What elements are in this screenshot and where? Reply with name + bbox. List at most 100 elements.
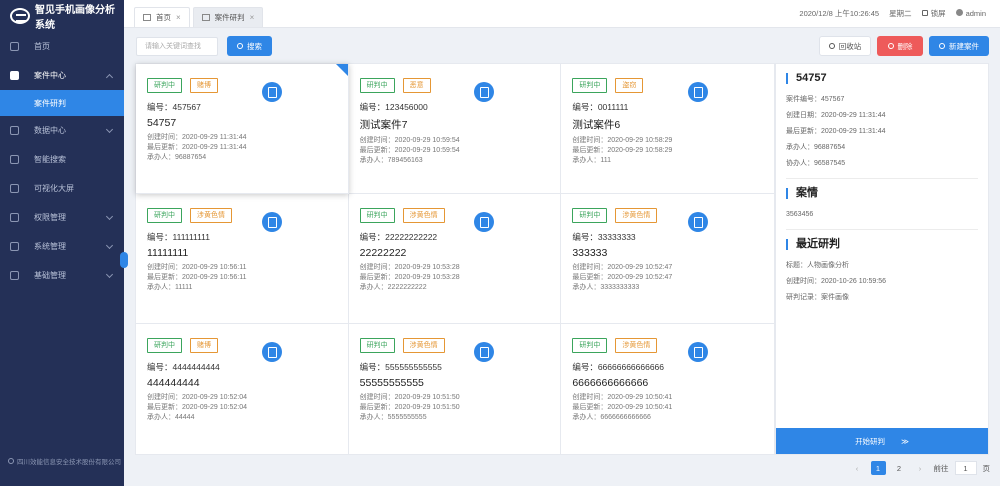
- username: admin: [965, 9, 986, 18]
- edit-icon[interactable]: [261, 212, 282, 232]
- updated-time: 最后更新：2020-09-29 10:51:50: [359, 404, 460, 411]
- card-tags: 研判中 赌博: [147, 78, 348, 95]
- status-badge: 研判中: [572, 338, 608, 353]
- handler: 承办人：3333333333: [572, 284, 640, 291]
- case-card[interactable]: 研判中 涉黄色情 编号：111111111 11111111 创建时间：2020-09-…: [136, 194, 349, 324]
- handler: 承办人：96887654: [147, 154, 207, 161]
- created-time: 创建时间：2020-09-29 10:59:54: [359, 137, 460, 144]
- case-number: 编号：123456000: [359, 102, 428, 112]
- case-type-badge: 赌博: [190, 78, 218, 93]
- case-card[interactable]: 研判中 涉黄色情 编号：555555555555 55555555555 创建时间：20…: [349, 324, 562, 454]
- case-card[interactable]: 研判中 恶意 编号：123456000 测试案件7 创建时间：2020-09-29 10…: [348, 64, 562, 194]
- created-time: 创建时间：2020-09-29 10:52:04: [147, 394, 247, 401]
- tab-case-analysis[interactable]: 案件研判 ×: [192, 7, 264, 27]
- case-meta: 创建时间：2020-09-29 10:50:41 最后更新：2020-09-29 …: [572, 393, 774, 423]
- status-badge: 研判中: [147, 208, 182, 223]
- pagination: ‹ 1 2 › 前往 1 页: [850, 461, 990, 475]
- tab-label: 案件研判: [214, 13, 245, 22]
- sidebar-item-basic[interactable]: 基础管理: [0, 261, 124, 290]
- prev-page-button[interactable]: ‹: [850, 461, 865, 475]
- close-icon[interactable]: ×: [176, 13, 181, 22]
- edit-icon[interactable]: [688, 342, 708, 362]
- handler: 承办人：5555555555: [359, 414, 427, 421]
- edit-icon[interactable]: [474, 342, 495, 362]
- sidebar-subitem-case-analysis[interactable]: 案件研判: [0, 90, 124, 116]
- goto-label: 前往: [933, 463, 949, 473]
- sidebar-item-case-center[interactable]: 案件中心: [0, 61, 124, 90]
- screen-icon: [10, 184, 19, 193]
- start-analysis-button[interactable]: 开始研判 ≫: [776, 428, 988, 454]
- page-1-button[interactable]: 1: [870, 461, 886, 475]
- sidebar-item-system[interactable]: 系统管理: [0, 232, 124, 261]
- detail-handler: 承办人：96887654: [786, 144, 846, 151]
- app-logo[interactable]: 智见手机画像分析系统: [0, 0, 124, 32]
- case-meta: 创建时间：2020-09-29 10:53:28 最后更新：2020-09-29 …: [360, 263, 561, 293]
- handler: 承办人：111: [572, 157, 611, 164]
- user-menu[interactable]: admin: [955, 9, 986, 18]
- case-card[interactable]: 研判中 涉黄色情 编号：22222222222 22222222 创建时间：2020-0…: [348, 194, 562, 324]
- sidebar-item-permissions[interactable]: 权限管理: [0, 203, 124, 232]
- status-badge: 研判中: [147, 338, 182, 353]
- case-title: 11111111: [147, 247, 189, 259]
- created-time: 创建时间：2020-09-29 10:58:29: [572, 137, 673, 144]
- case-number: 编号：66666666666666: [572, 362, 665, 372]
- sidebar-item-label: 首页: [34, 42, 50, 51]
- case-type-badge: 恶意: [402, 78, 431, 93]
- sidebar-item-home[interactable]: 首页: [0, 32, 124, 61]
- case-title: 22222222: [359, 247, 407, 259]
- sidebar-item-dashboard[interactable]: 可视化大屏: [0, 174, 124, 203]
- detail-assistant: 协办人：96587545: [786, 160, 846, 167]
- sidebar-item-data-center[interactable]: 数据中心: [0, 116, 124, 145]
- updated-time: 最后更新：2020-09-29 10:58:29: [572, 147, 673, 154]
- gear-icon: [10, 242, 19, 251]
- edit-icon[interactable]: [688, 212, 708, 232]
- case-card[interactable]: 研判中 涉黄色情 编号：33333333 333333 创建时间：2020-09-29 …: [561, 194, 774, 324]
- delete-button[interactable]: 删除: [877, 36, 923, 56]
- goto-page-input[interactable]: 1: [954, 461, 977, 475]
- case-card[interactable]: 研判中 赌博 编号：457567 54757 创建时间：2020-09-29 11:31…: [136, 64, 349, 194]
- edit-icon[interactable]: [261, 342, 282, 362]
- data-icon: [10, 126, 19, 135]
- next-page-button[interactable]: ›: [913, 461, 928, 475]
- created-time: 创建时间：2020-09-29 11:31:44: [147, 134, 247, 141]
- case-number: 编号：33333333: [572, 232, 636, 242]
- card-tags: 研判中 涉黄色情: [359, 338, 561, 355]
- search-button[interactable]: 搜索: [227, 36, 272, 56]
- card-tags: 研判中 盗窃: [572, 78, 774, 95]
- close-icon[interactable]: ×: [250, 13, 255, 22]
- chevron-down-icon: [105, 270, 114, 279]
- edit-icon[interactable]: [474, 212, 495, 232]
- search-input[interactable]: 请输入关键词查找: [136, 37, 218, 56]
- trash-icon: [828, 43, 835, 49]
- status-badge: 研判中: [359, 78, 395, 93]
- datetime: 2020/12/8 上午10:26:45: [799, 9, 880, 18]
- case-meta: 创建时间：2020-09-29 10:59:54 最后更新：2020-09-29 …: [360, 136, 561, 166]
- lock-screen-button[interactable]: 锁屏: [921, 8, 946, 19]
- tab-home[interactable]: 首页 ×: [134, 7, 190, 27]
- sidebar-item-smart-search[interactable]: 智能搜索: [0, 145, 124, 174]
- detail-case-no: 案件编号：457567: [786, 96, 845, 103]
- updated-time: 最后更新：2020-09-29 10:53:28: [359, 274, 460, 281]
- sidebar-collapse-handle[interactable]: [120, 252, 128, 268]
- card-tags: 研判中 涉黄色情: [147, 208, 348, 225]
- recent-analysis-heading: 最近研判: [786, 239, 978, 250]
- case-card[interactable]: 研判中 涉黄色情 编号：66666666666666 6666666666666 创建时…: [561, 324, 774, 454]
- case-type-badge: 赌博: [190, 338, 218, 353]
- case-card[interactable]: 研判中 盗窃 编号：0011111 测试案件6 创建时间：2020-09-29 10:5…: [561, 64, 774, 194]
- edit-icon[interactable]: [688, 82, 708, 102]
- recycle-bin-button[interactable]: 回收站: [819, 36, 871, 56]
- case-card[interactable]: 研判中 赌博 编号：4444444444 444444444 创建时间：2020-09-…: [136, 324, 349, 454]
- card-tags: 研判中 涉黄色情: [572, 338, 774, 355]
- edit-icon[interactable]: [261, 82, 282, 102]
- page-2-button[interactable]: 2: [892, 461, 907, 475]
- chevron-down-icon: [105, 212, 114, 221]
- case-number: 编号：555555555555: [359, 362, 442, 372]
- tab-label: 首页: [156, 13, 171, 22]
- card-tags: 研判中 赌博: [147, 338, 348, 355]
- updated-time: 最后更新：2020-09-29 10:50:41: [572, 404, 673, 411]
- new-case-button[interactable]: 新建案件: [929, 36, 989, 56]
- edit-icon[interactable]: [474, 82, 495, 102]
- case-title: 333333: [572, 247, 608, 259]
- topbar: 首页 × 案件研判 × 2020/12/8 上午10:26:45 星期二 锁屏 …: [124, 0, 1000, 28]
- card-tags: 研判中 涉黄色情: [572, 208, 774, 225]
